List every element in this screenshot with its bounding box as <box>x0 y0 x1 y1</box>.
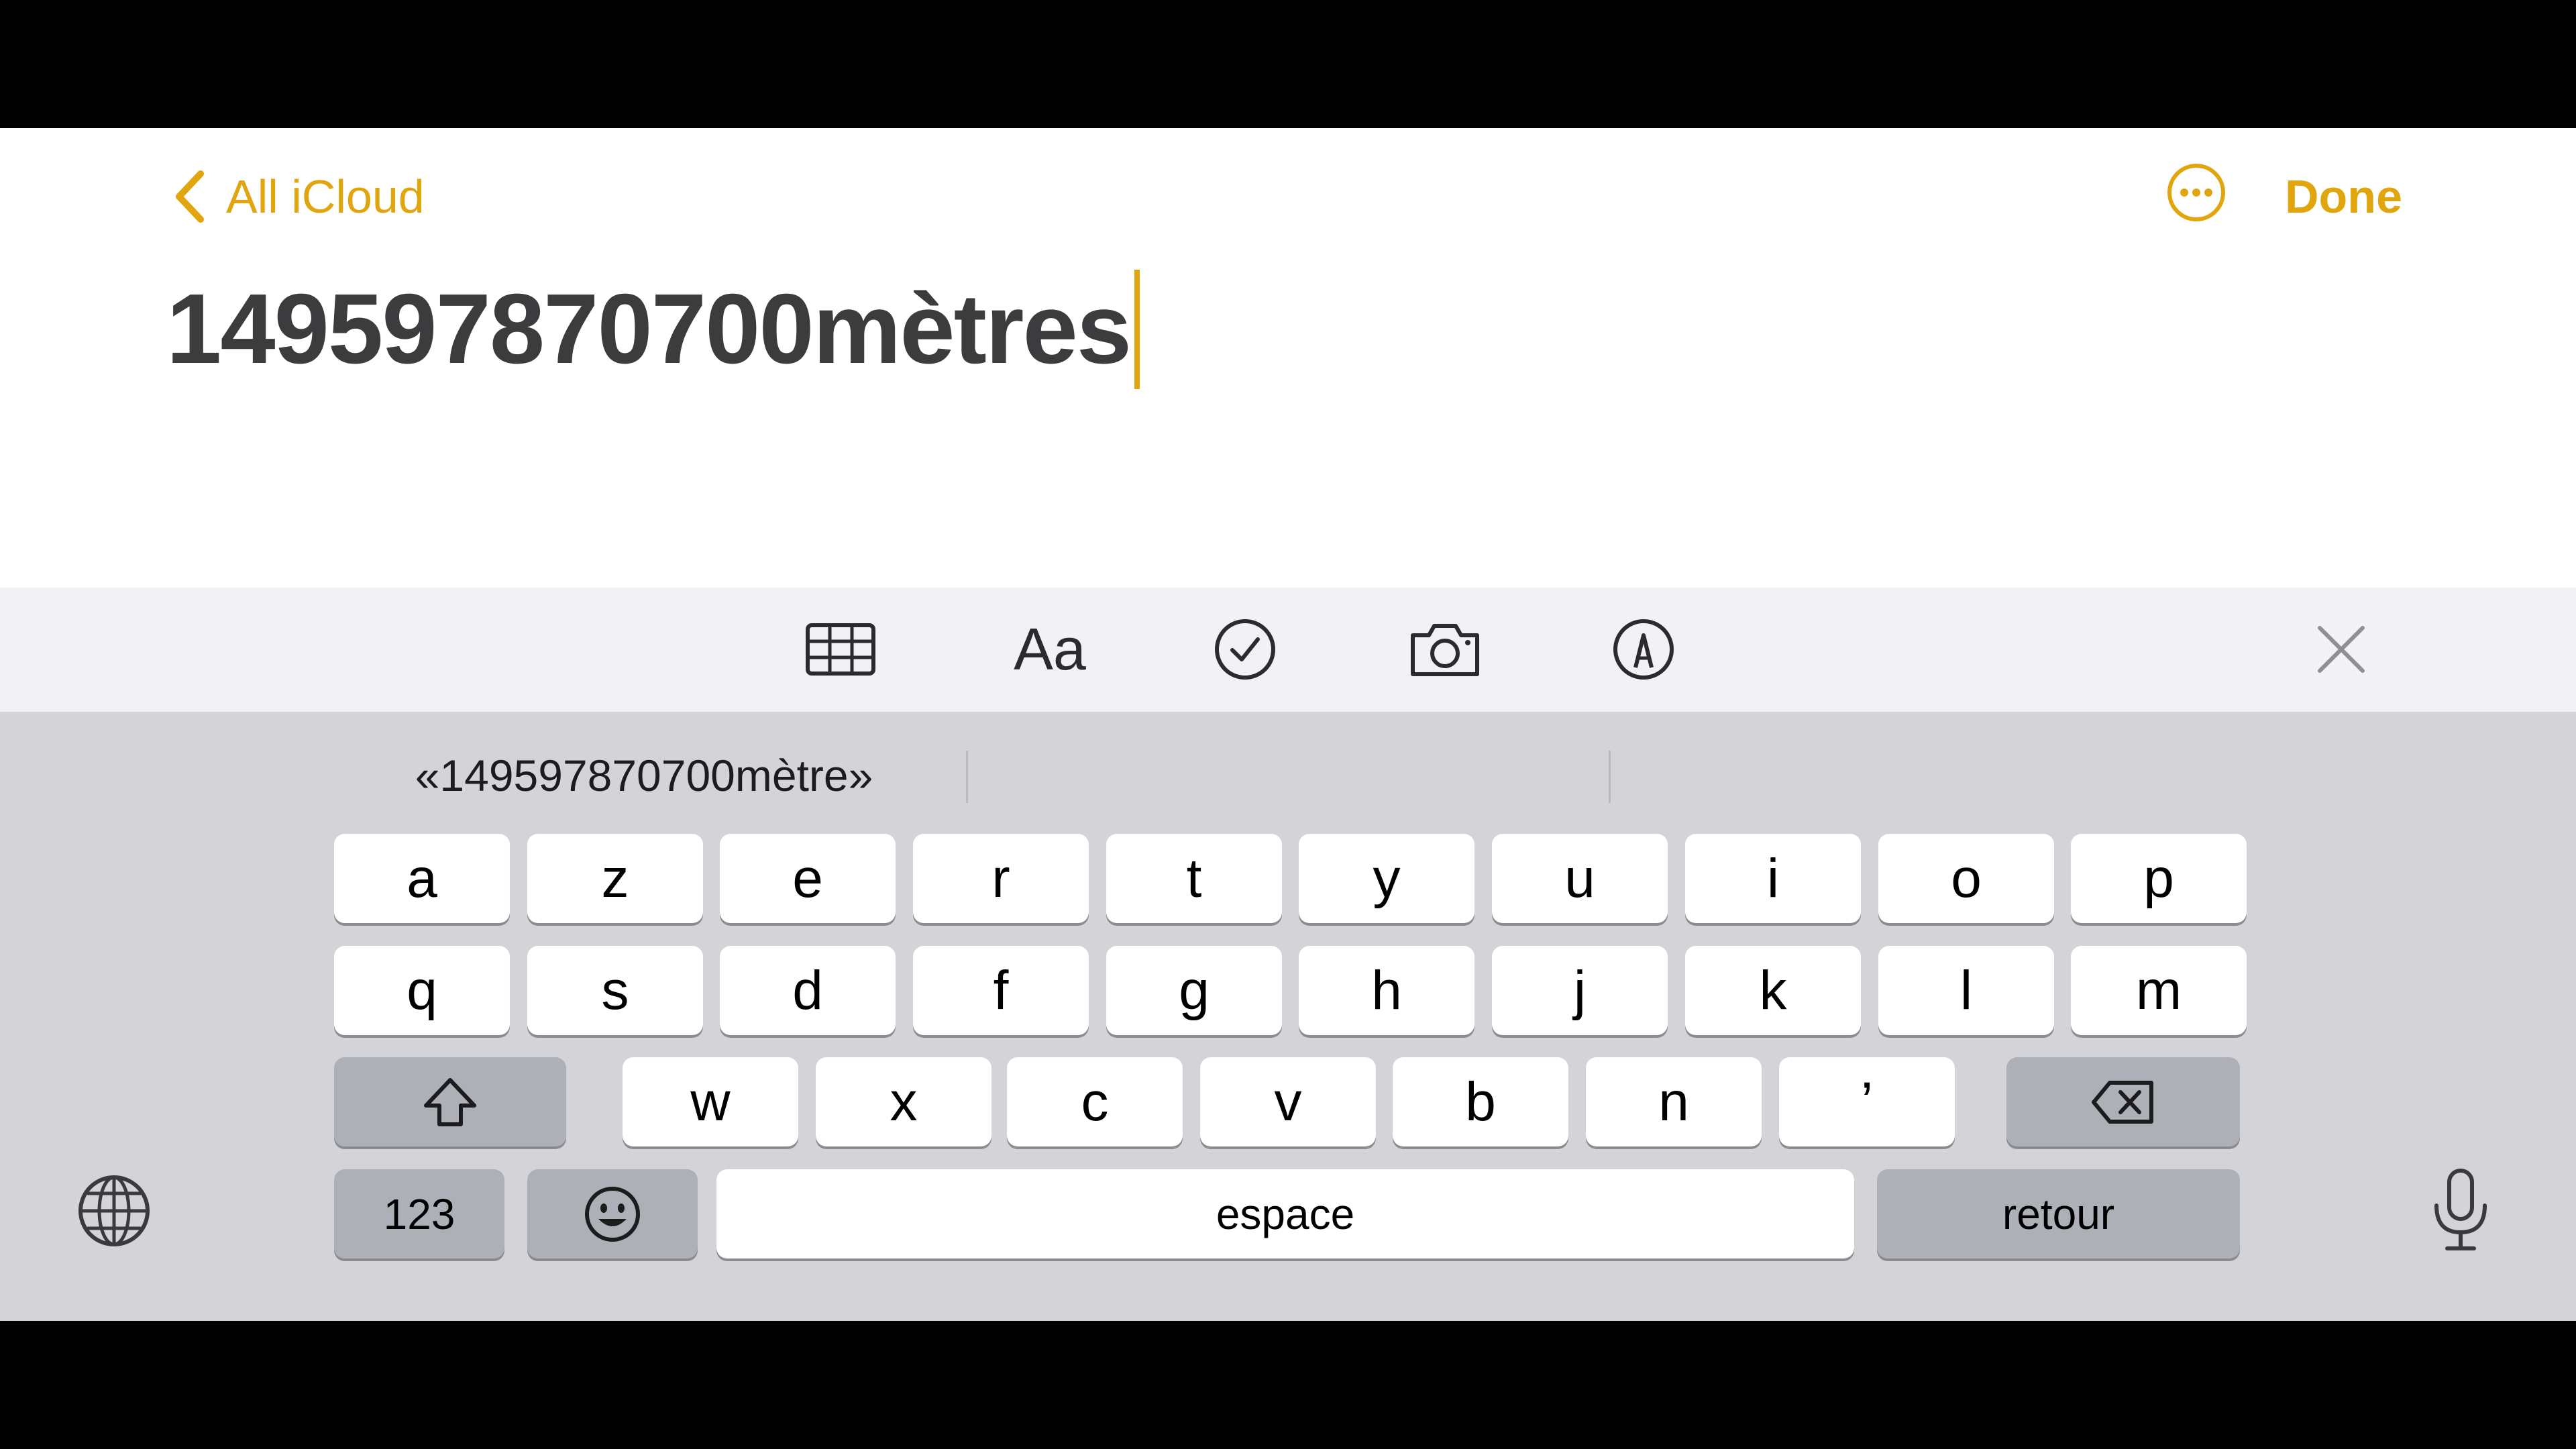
close-toolbar-button[interactable] <box>2308 616 2375 683</box>
text-caret <box>1134 270 1140 389</box>
globe-icon[interactable] <box>76 1173 152 1248</box>
key-t[interactable]: t <box>1106 834 1282 923</box>
key-r[interactable]: r <box>913 834 1089 923</box>
microphone-icon[interactable] <box>2427 1167 2494 1254</box>
back-button[interactable]: All iCloud <box>171 163 425 230</box>
key-o[interactable]: o <box>1878 834 2054 923</box>
table-icon <box>806 623 875 676</box>
emoji-key[interactable] <box>527 1169 698 1258</box>
chevron-left-icon <box>176 170 204 223</box>
key-n[interactable]: n <box>1586 1057 1762 1146</box>
checklist-button[interactable] <box>1212 616 1279 683</box>
key-k[interactable]: k <box>1685 946 1861 1035</box>
suggestion-2[interactable] <box>968 740 1609 810</box>
camera-icon <box>1411 624 1479 676</box>
key-q[interactable]: q <box>334 946 510 1035</box>
close-icon <box>2318 626 2365 673</box>
shift-icon <box>424 1077 476 1126</box>
shift-key[interactable] <box>334 1057 566 1146</box>
key-w[interactable]: w <box>623 1057 798 1146</box>
key-b[interactable]: b <box>1393 1057 1568 1146</box>
numbers-key[interactable]: 123 <box>334 1169 504 1258</box>
suggestion-1[interactable]: «149597870700mètre» <box>322 740 966 810</box>
key-apostrophe[interactable]: ’ <box>1779 1057 1955 1146</box>
markup-button[interactable] <box>1610 616 1677 683</box>
key-i[interactable]: i <box>1685 834 1861 923</box>
format-toolbar: Aa <box>0 588 2576 712</box>
return-key[interactable]: retour <box>1877 1169 2240 1258</box>
table-button[interactable] <box>804 616 877 683</box>
key-x[interactable]: x <box>816 1057 991 1146</box>
done-button[interactable]: Done <box>2285 163 2402 230</box>
note-title: 149597870700mètres <box>166 274 1132 384</box>
suggestion-3[interactable] <box>1611 740 2255 810</box>
more-icon[interactable] <box>2165 162 2227 223</box>
key-y[interactable]: y <box>1299 834 1474 923</box>
emoji-icon <box>585 1186 640 1242</box>
delete-key[interactable] <box>2006 1057 2240 1146</box>
camera-button[interactable] <box>1406 616 1484 683</box>
key-j[interactable]: j <box>1492 946 1668 1035</box>
notes-screen: All iCloud Done 149597870700mètres Aa «1… <box>0 128 2576 1321</box>
key-u[interactable]: u <box>1492 834 1668 923</box>
key-a[interactable]: a <box>334 834 510 923</box>
key-f[interactable]: f <box>913 946 1089 1035</box>
key-v[interactable]: v <box>1200 1057 1376 1146</box>
key-c[interactable]: c <box>1007 1057 1183 1146</box>
back-label: All iCloud <box>226 170 425 223</box>
keyboard: «149597870700mètre» a z e r t y u i o p … <box>0 712 2576 1321</box>
key-h[interactable]: h <box>1299 946 1474 1035</box>
space-key[interactable]: espace <box>716 1169 1854 1258</box>
key-d[interactable]: d <box>720 946 896 1035</box>
key-g[interactable]: g <box>1106 946 1282 1035</box>
note-text-field[interactable]: 149597870700mètres <box>166 266 1140 393</box>
key-p[interactable]: p <box>2071 834 2247 923</box>
key-e[interactable]: e <box>720 834 896 923</box>
key-z[interactable]: z <box>527 834 703 923</box>
key-s[interactable]: s <box>527 946 703 1035</box>
checklist-icon <box>1215 619 1275 680</box>
delete-icon <box>2092 1080 2153 1124</box>
key-l[interactable]: l <box>1878 946 2054 1035</box>
markup-icon <box>1613 619 1674 680</box>
text-format-button[interactable]: Aa <box>1006 616 1093 683</box>
key-m[interactable]: m <box>2071 946 2247 1035</box>
